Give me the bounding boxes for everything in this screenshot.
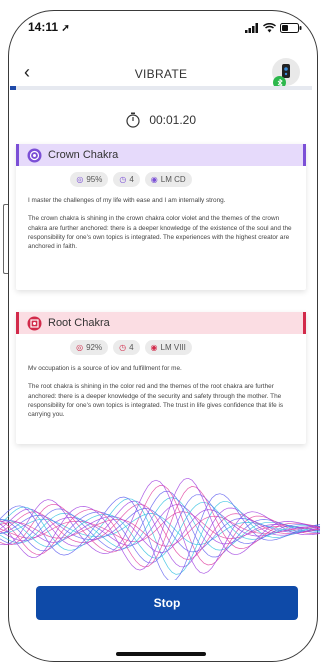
chip: ◉ LM CD — [144, 172, 192, 187]
card-chips: ◎ 92% ◷ 4 ◉ LM VIII — [16, 340, 306, 355]
target-icon: ◎ — [76, 175, 84, 184]
timer-value: 00:01.20 — [149, 113, 197, 127]
chakra-symbol-icon: ◉ — [150, 343, 158, 352]
dial-icon: ◷ — [119, 175, 127, 184]
timer: 00:01.20 — [0, 112, 322, 128]
chip-label: LM VIII — [160, 343, 186, 352]
status-icons — [245, 23, 302, 33]
status-time: 14:11 ➚ — [28, 20, 70, 34]
session-progress-fill — [10, 86, 17, 90]
session-progress-bar — [10, 86, 312, 90]
crown-chakra-icon — [27, 148, 42, 162]
affirmation: Mv occupation is a source of iov and ful… — [28, 365, 182, 372]
chip: ◷ 4 — [113, 340, 140, 355]
signal-icon — [245, 23, 258, 33]
card-title: Root Chakra — [48, 317, 110, 329]
wifi-icon — [263, 23, 276, 33]
card-header: Crown Chakra — [16, 144, 306, 166]
card-title: Crown Chakra — [48, 149, 119, 161]
root-chakra-card: Root Chakra ◎ 92% ◷ 4 ◉ LM VIII Mv occupati… — [16, 312, 306, 444]
battery-icon — [280, 23, 302, 33]
chip: ◎ 95% — [70, 172, 109, 187]
chip: ◷ 4 — [113, 172, 140, 187]
chakra-symbol-icon: ◉ — [150, 175, 158, 184]
status-bar: 14:11 ➚ — [0, 20, 322, 40]
root-chakra-icon — [27, 316, 42, 330]
home-indicator — [116, 652, 206, 656]
target-icon: ◎ — [76, 343, 84, 352]
location-arrow-icon: ➚ — [61, 23, 70, 34]
crown-chakra-card: Crown Chakra ◎ 95% ◷ 4 ◉ LM CD I master the… — [16, 144, 306, 290]
vibration-waveform — [0, 478, 321, 580]
waveform-line — [0, 504, 321, 546]
waveform-line — [0, 485, 321, 566]
status-time-text: 14:11 — [28, 20, 59, 34]
affirmation: I master the challenges of my life with … — [28, 197, 226, 204]
chip-label: 95% — [86, 175, 103, 184]
card-header: Root Chakra — [16, 312, 306, 334]
chip-label: 4 — [129, 343, 134, 352]
dial-icon: ◷ — [119, 343, 127, 352]
chip-label: 92% — [86, 343, 103, 352]
description: The root chakra is shining in the color … — [28, 383, 284, 419]
chip-label: 4 — [129, 175, 134, 184]
stopwatch-icon — [126, 112, 140, 128]
chip-label: LM CD — [160, 175, 186, 184]
card-chips: ◎ 95% ◷ 4 ◉ LM CD — [16, 172, 306, 187]
description: The crown chakra is shining in the crown… — [28, 215, 292, 251]
chip: ◎ 92% — [70, 340, 109, 355]
chip: ◉ LM VIII — [144, 340, 192, 355]
stop-button[interactable]: Stop — [36, 586, 298, 620]
